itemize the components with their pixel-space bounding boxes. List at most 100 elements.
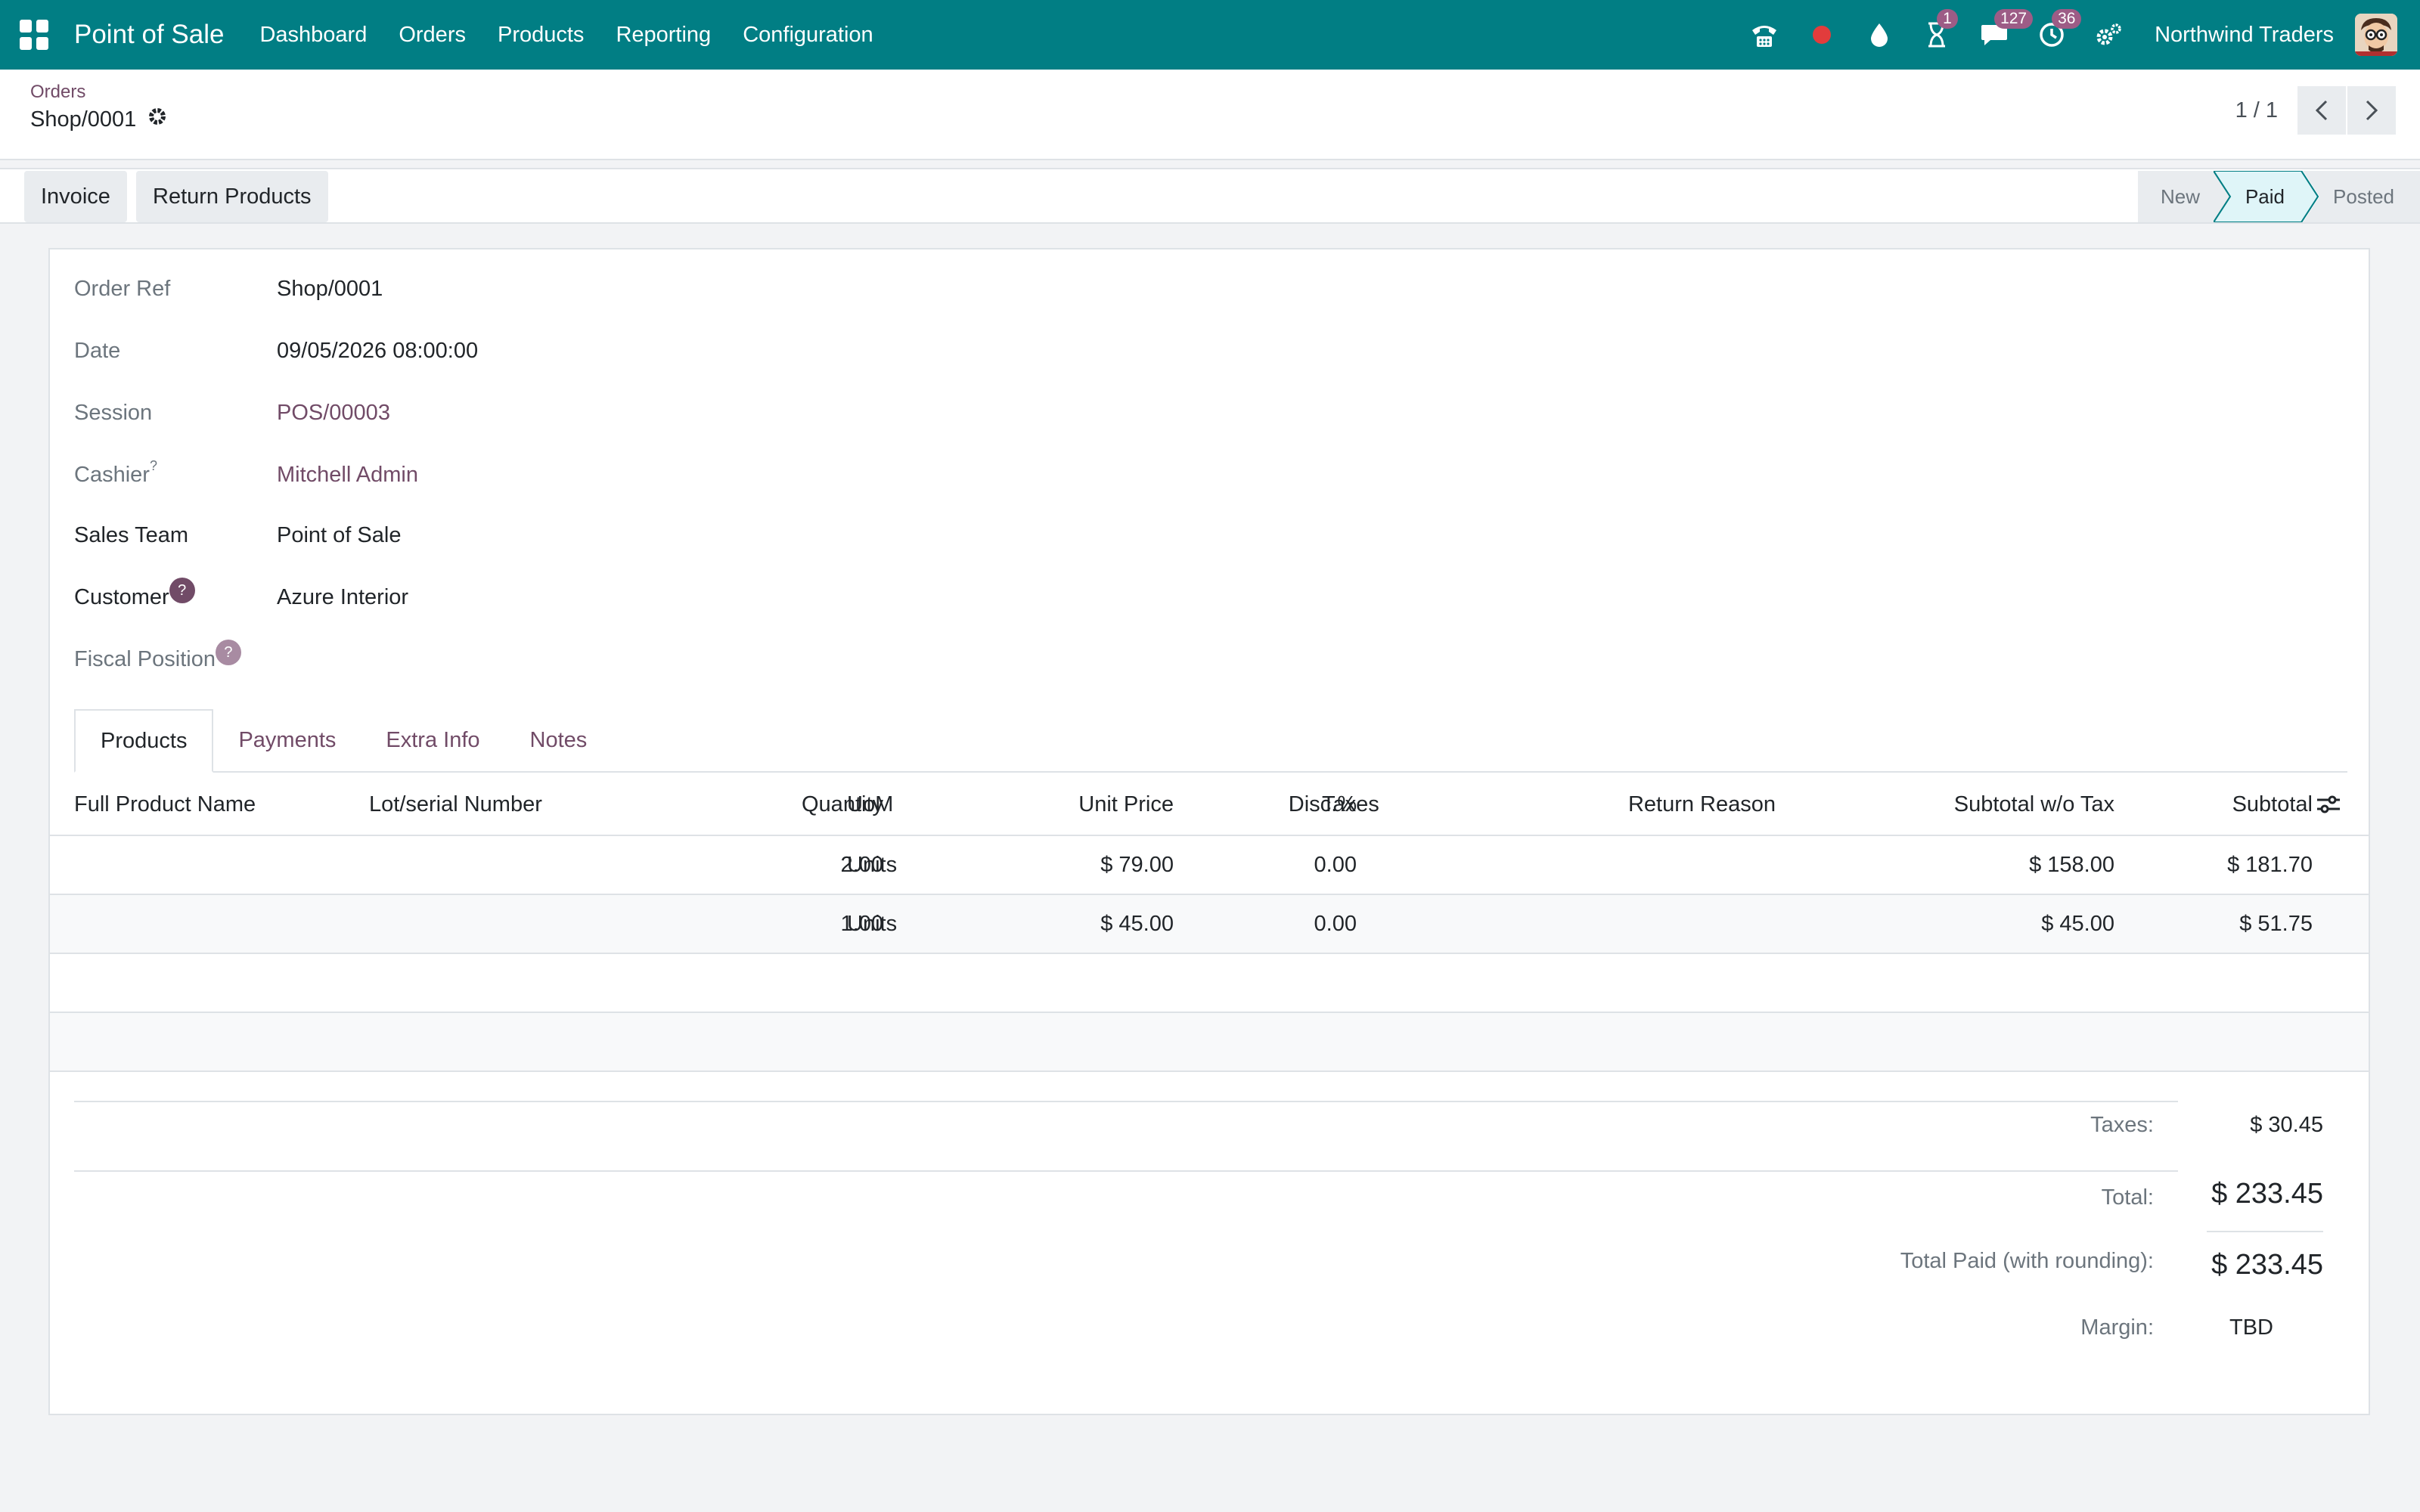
settings-icon[interactable] <box>2094 20 2124 50</box>
col-subtotal[interactable]: Subtotal <box>2232 773 2313 836</box>
col-uom[interactable]: UoM <box>847 773 893 836</box>
table-row[interactable]: 2.00 Units $ 79.00 0.00 $ 158.00 $ 181.7… <box>50 836 2369 895</box>
row-subtotal: $ 51.75 <box>2239 912 2313 936</box>
order-ref-label: Order Ref <box>74 277 171 301</box>
margin-label: Margin: <box>2080 1315 2154 1340</box>
pager: 1 / 1 <box>2235 86 2396 135</box>
fiscal-position-label: Fiscal Position? <box>74 640 241 673</box>
fiscal-position-help-icon[interactable]: ? <box>215 640 241 665</box>
col-subtotal-wo-tax[interactable]: Subtotal w/o Tax <box>1954 773 2114 836</box>
cashier-label: Cashier? <box>74 458 157 488</box>
stage-paid[interactable]: Paid <box>2245 185 2285 208</box>
breadcrumb-current: Shop/0001 <box>30 106 168 133</box>
row-unit-price: $ 79.00 <box>1100 853 1174 877</box>
drop-icon[interactable] <box>1864 20 1894 50</box>
tab-extra-info[interactable]: Extra Info <box>361 709 504 771</box>
customer-label-text: Customer <box>74 585 169 609</box>
invoice-button[interactable]: Invoice <box>24 171 127 222</box>
total-paid-label: Total Paid (with rounding): <box>1900 1249 2154 1273</box>
session-link[interactable]: POS/00003 <box>277 401 390 426</box>
total-value: $ 233.45 <box>2211 1178 2323 1210</box>
empty-row <box>50 954 2369 1013</box>
col-product[interactable]: Full Product Name <box>74 773 256 836</box>
menu-reporting[interactable]: Reporting <box>600 23 727 48</box>
control-panel: Orders Shop/0001 1 / 1 <box>0 70 2420 160</box>
customer-help-icon[interactable]: ? <box>169 578 195 603</box>
column-settings-icon[interactable] <box>2316 773 2341 836</box>
customer-value: Azure Interior <box>277 585 409 609</box>
chat-icon[interactable]: 127 <box>1979 9 2034 50</box>
status-bar: Invoice Return Products New Paid Posted <box>0 168 2420 224</box>
total-label: Total: <box>2101 1185 2154 1210</box>
total-paid-value: $ 233.45 <box>2211 1249 2323 1281</box>
form-sheet: Order Ref Shop/0001 Date 09/05/2026 08:0… <box>48 248 2370 1415</box>
total-underline <box>2207 1231 2323 1232</box>
row-discount: 0.00 <box>1314 853 1357 877</box>
breadcrumb-orders[interactable]: Orders <box>30 82 85 103</box>
sales-team-value: Point of Sale <box>277 523 402 547</box>
session-label: Session <box>74 401 153 425</box>
menu-configuration[interactable]: Configuration <box>727 23 889 48</box>
pager-previous-button[interactable] <box>2297 86 2346 135</box>
empty-row <box>50 1013 2369 1072</box>
col-unit-price[interactable]: Unit Price <box>1078 773 1174 836</box>
sales-team-label: Sales Team <box>74 523 188 547</box>
tab-products[interactable]: Products <box>74 709 214 773</box>
totals-divider <box>74 1170 2178 1172</box>
record-dot-icon[interactable] <box>1807 20 1837 50</box>
stage-posted[interactable]: Posted <box>2303 171 2420 222</box>
cashier-help-marker[interactable]: ? <box>150 458 157 473</box>
row-uom: Units <box>847 912 898 936</box>
row-subtotal-wo-tax: $ 158.00 <box>2029 853 2114 877</box>
clock-badge: 36 <box>2052 9 2082 29</box>
date-value: 09/05/2026 08:00:00 <box>277 339 479 363</box>
col-lot[interactable]: Lot/serial Number <box>369 773 542 836</box>
taxes-value: $ 30.45 <box>2250 1113 2323 1137</box>
menu-orders[interactable]: Orders <box>383 23 482 48</box>
apps-grid-icon[interactable] <box>20 20 50 50</box>
tab-payments[interactable]: Payments <box>213 709 361 771</box>
margin-value: TBD <box>2229 1315 2273 1340</box>
user-avatar[interactable] <box>2355 14 2397 56</box>
taxes-label: Taxes: <box>2090 1113 2154 1137</box>
menu-dashboard[interactable]: Dashboard <box>244 23 383 48</box>
col-taxes[interactable]: Taxes <box>1322 773 1379 836</box>
navbar-systray: 1 127 36 Northwind Traders <box>1736 0 2420 70</box>
pager-value[interactable]: 1 / 1 <box>2235 98 2278 123</box>
row-uom: Units <box>847 853 898 877</box>
col-return-reason[interactable]: Return Reason <box>1628 773 1776 836</box>
fiscal-position-label-text: Fiscal Position <box>74 647 216 671</box>
order-ref-value: Shop/0001 <box>277 277 383 301</box>
company-name[interactable]: Northwind Traders <box>2155 23 2334 48</box>
date-label: Date <box>74 339 121 363</box>
phone-icon[interactable] <box>1749 20 1779 50</box>
menu-products[interactable]: Products <box>482 23 600 48</box>
notebook-tabs: Products Payments Extra Info Notes <box>74 709 2347 773</box>
gear-icon[interactable] <box>147 106 168 133</box>
top-navbar: Point of Sale Dashboard Orders Products … <box>0 0 2420 70</box>
app-title[interactable]: Point of Sale <box>74 20 224 50</box>
pager-next-button[interactable] <box>2347 86 2396 135</box>
table-header: Full Product Name Lot/serial Number Quan… <box>50 773 2369 836</box>
hourglass-icon[interactable]: 1 <box>1922 9 1958 50</box>
customer-label: Customer? <box>74 578 195 611</box>
activity-badge: 1 <box>1937 9 1958 29</box>
record-title: Shop/0001 <box>30 107 137 132</box>
chevron-left-icon <box>2315 100 2328 121</box>
status-stages: New Paid Posted <box>2138 171 2420 222</box>
row-subtotal-wo-tax: $ 45.00 <box>2041 912 2114 936</box>
tab-notes[interactable]: Notes <box>505 709 613 771</box>
totals-divider <box>74 1101 2178 1102</box>
row-unit-price: $ 45.00 <box>1100 912 1174 936</box>
messages-badge: 127 <box>1994 9 2034 29</box>
row-subtotal: $ 181.70 <box>2227 853 2313 877</box>
cashier-label-text: Cashier <box>74 463 150 487</box>
clock-icon[interactable]: 36 <box>2037 9 2082 50</box>
table-row[interactable]: 1.00 Units $ 45.00 0.00 $ 45.00 $ 51.75 <box>50 895 2369 954</box>
order-lines-table: Full Product Name Lot/serial Number Quan… <box>50 773 2369 1072</box>
cashier-link[interactable]: Mitchell Admin <box>277 463 418 488</box>
return-products-button[interactable]: Return Products <box>136 171 328 222</box>
row-discount: 0.00 <box>1314 912 1357 936</box>
chevron-right-icon <box>2366 100 2378 121</box>
stage-paid-wrapper: Paid <box>2214 171 2319 222</box>
